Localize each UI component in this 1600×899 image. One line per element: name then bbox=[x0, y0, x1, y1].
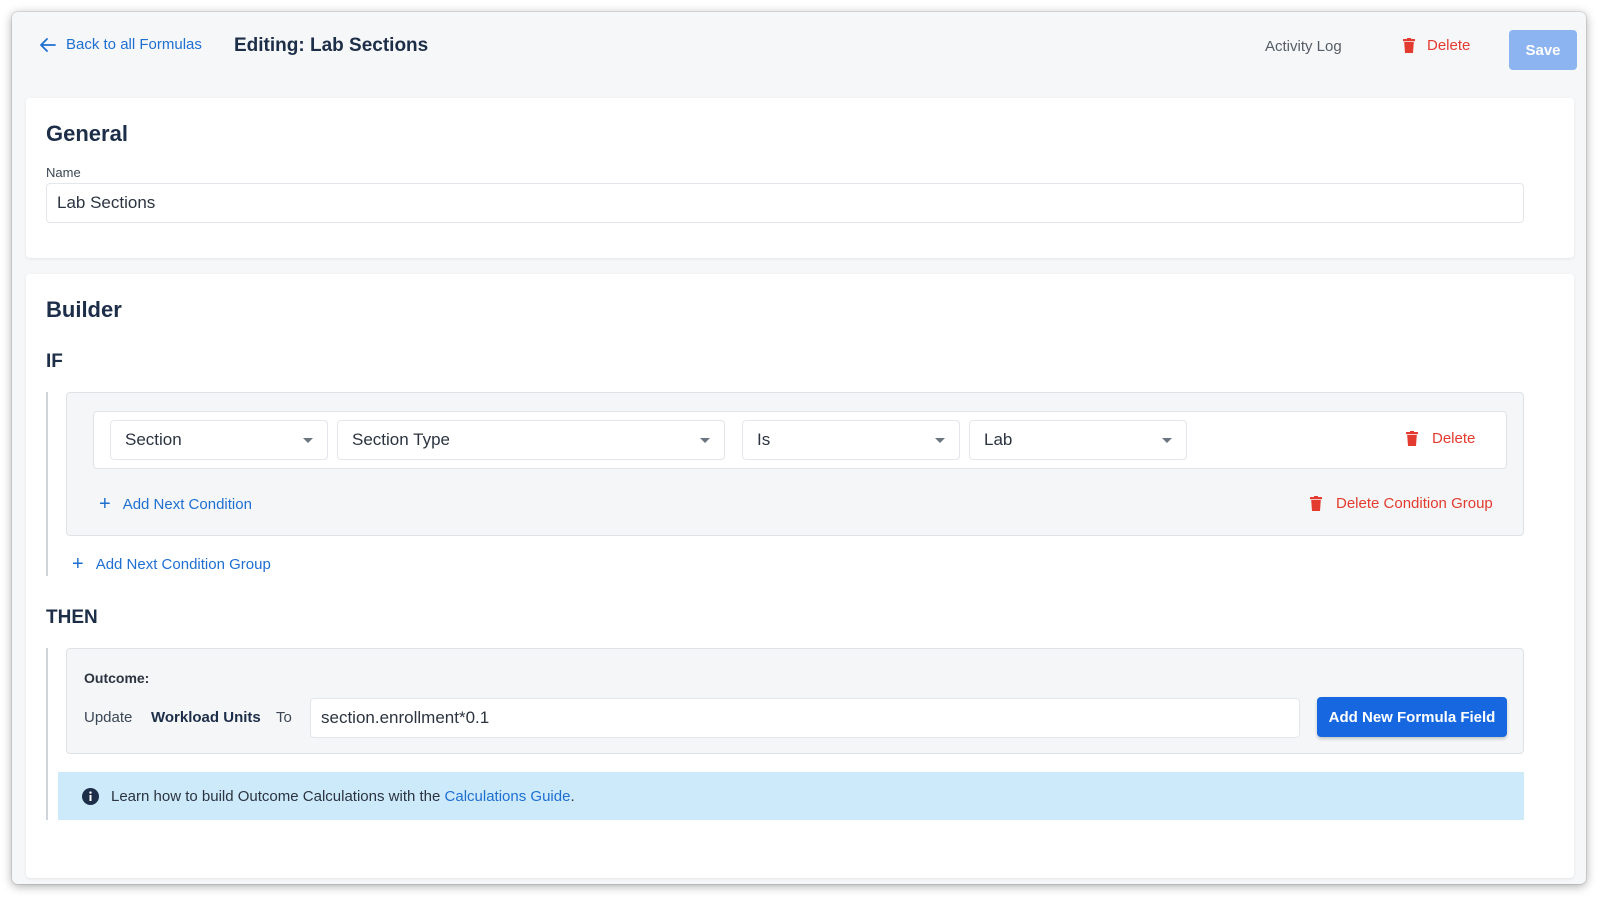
calculations-guide-link[interactable]: Calculations Guide bbox=[445, 788, 571, 805]
to-label: To bbox=[276, 709, 292, 726]
entity-select-value: Section bbox=[125, 430, 182, 449]
save-button[interactable]: Save bbox=[1509, 30, 1577, 70]
delete-condition-group-button[interactable]: Delete Condition Group bbox=[1310, 495, 1493, 512]
add-group-label: Add Next Condition Group bbox=[95, 555, 271, 573]
chevron-down-icon bbox=[700, 438, 710, 443]
then-rail bbox=[46, 648, 48, 820]
delete-condition-label: Delete bbox=[1432, 430, 1476, 447]
delete-condition-button[interactable]: Delete bbox=[1406, 430, 1475, 447]
app-window: Back to all Formulas Editing: Lab Sectio… bbox=[12, 12, 1586, 884]
chevron-down-icon bbox=[935, 438, 945, 443]
delete-formula-label: Delete bbox=[1427, 37, 1471, 54]
add-next-condition-group-button[interactable]: + Add Next Condition Group bbox=[72, 554, 271, 574]
field-select[interactable]: Section Type bbox=[337, 420, 725, 460]
activity-log-link[interactable]: Activity Log bbox=[1265, 38, 1342, 55]
target-field-label: Workload Units bbox=[151, 709, 261, 726]
condition-group: Section Section Type Is Lab Delete + Add… bbox=[66, 392, 1524, 536]
builder-title: Builder bbox=[46, 297, 122, 322]
info-text: Learn how to build Outcome Calculations … bbox=[111, 787, 441, 805]
if-rail bbox=[46, 392, 48, 576]
entity-select[interactable]: Section bbox=[110, 420, 328, 460]
plus-icon: + bbox=[99, 493, 111, 515]
arrow-left-icon bbox=[40, 37, 56, 52]
field-select-value: Section Type bbox=[352, 430, 450, 449]
add-condition-label: Add Next Condition bbox=[122, 495, 252, 513]
trash-icon bbox=[1406, 431, 1418, 446]
back-link-label: Back to all Formulas bbox=[66, 36, 202, 53]
update-label: Update bbox=[84, 709, 133, 726]
chevron-down-icon bbox=[303, 438, 313, 443]
value-select[interactable]: Lab bbox=[969, 420, 1187, 460]
value-select-value: Lab bbox=[984, 430, 1013, 449]
operator-select-value: Is bbox=[757, 430, 771, 449]
outcome-label: Outcome: bbox=[84, 670, 150, 686]
info-suffix: . bbox=[570, 787, 575, 805]
outcome-box: Outcome: Update Workload Units To Add Ne… bbox=[66, 648, 1524, 754]
builder-card: Builder IF Section Section Type Is Lab D… bbox=[26, 274, 1574, 878]
if-label: IF bbox=[46, 351, 63, 372]
delete-formula-button[interactable]: Delete bbox=[1403, 37, 1470, 54]
add-next-condition-button[interactable]: + Add Next Condition bbox=[99, 494, 252, 514]
back-to-formulas-link[interactable]: Back to all Formulas bbox=[40, 36, 202, 53]
plus-icon: + bbox=[72, 553, 84, 575]
info-banner: Learn how to build Outcome Calculations … bbox=[58, 772, 1524, 820]
delete-group-label: Delete Condition Group bbox=[1336, 495, 1493, 512]
then-label: THEN bbox=[46, 607, 98, 628]
general-title: General bbox=[46, 121, 128, 146]
top-bar: Back to all Formulas Editing: Lab Sectio… bbox=[12, 12, 1586, 90]
operator-select[interactable]: Is bbox=[742, 420, 960, 460]
page-title: Editing: Lab Sections bbox=[234, 35, 429, 56]
add-new-formula-field-button[interactable]: Add New Formula Field bbox=[1317, 697, 1507, 737]
trash-icon bbox=[1310, 496, 1322, 511]
name-input[interactable] bbox=[46, 183, 1524, 223]
condition-row: Section Section Type Is Lab Delete bbox=[93, 411, 1507, 469]
name-label: Name bbox=[46, 165, 81, 180]
formula-input[interactable] bbox=[310, 698, 1300, 738]
trash-icon bbox=[1403, 38, 1415, 53]
info-icon bbox=[82, 787, 99, 805]
chevron-down-icon bbox=[1162, 438, 1172, 443]
general-card: General Name bbox=[26, 98, 1574, 258]
